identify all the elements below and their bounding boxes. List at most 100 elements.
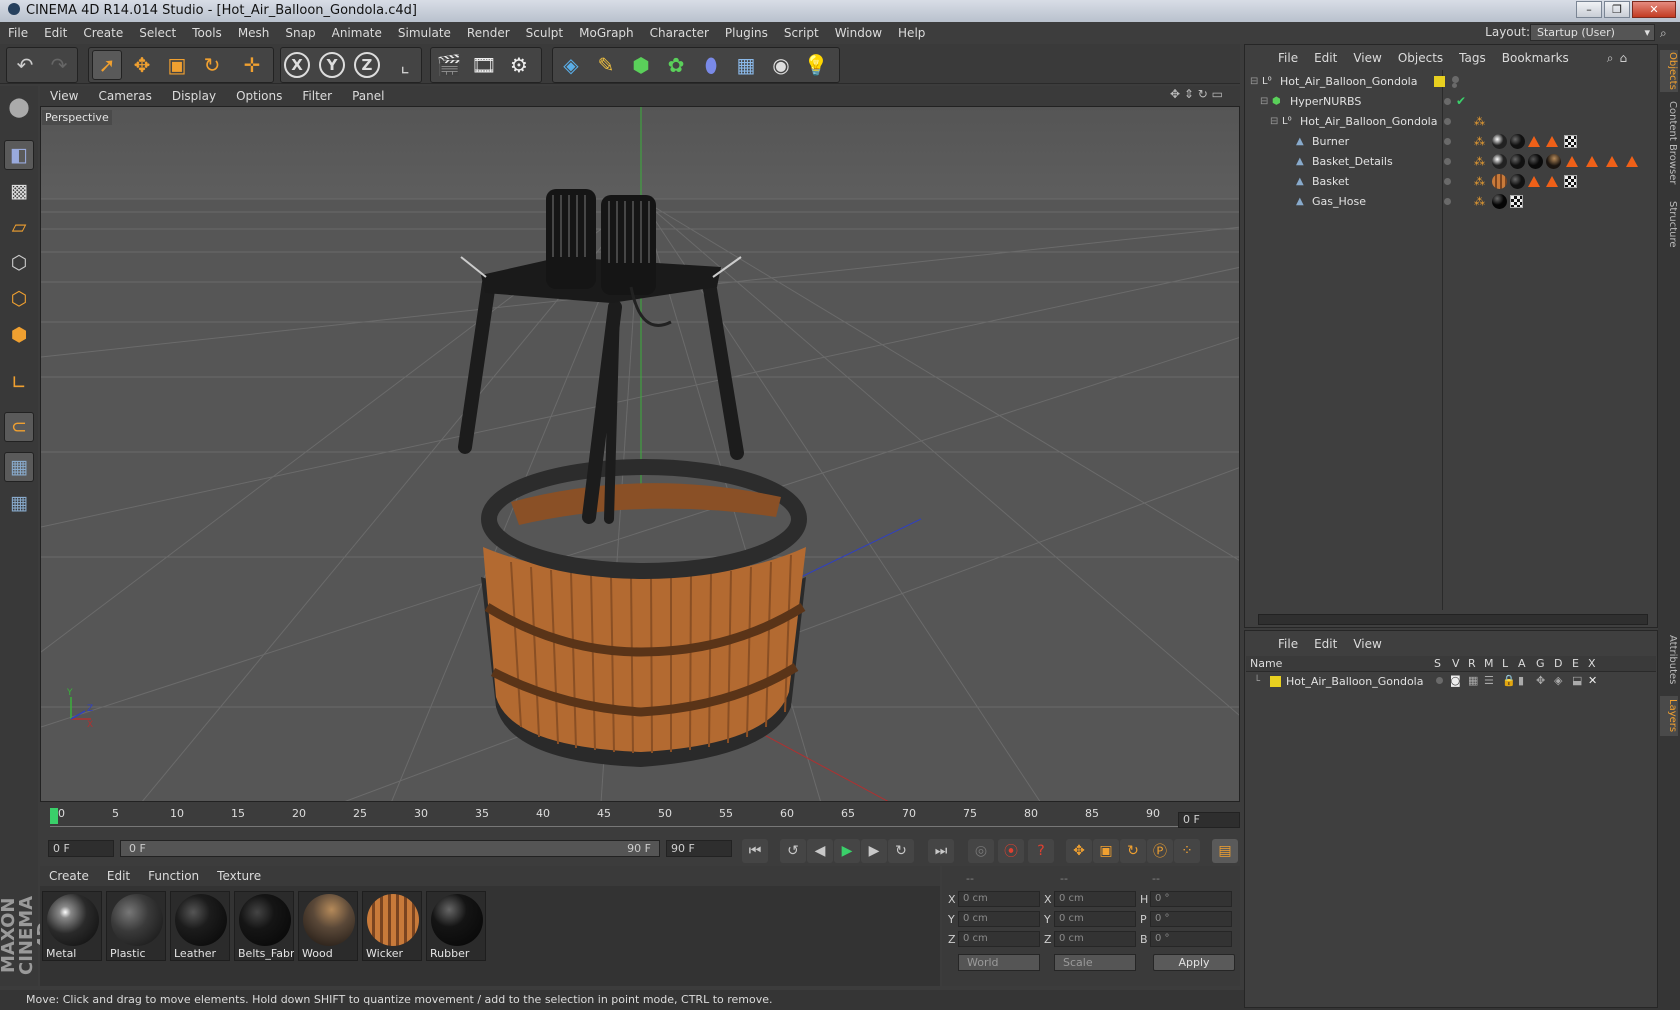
selection-tag-icon[interactable]	[1566, 156, 1578, 167]
enabled-check-icon[interactable]: ✔	[1456, 94, 1466, 108]
menu-animate[interactable]: Animate	[324, 22, 390, 44]
selection-tag-icon[interactable]	[1606, 156, 1618, 167]
lm-menu-file[interactable]: File	[1270, 637, 1306, 651]
om-menu-objects[interactable]: Objects	[1390, 51, 1451, 65]
render-view-icon[interactable]: 🎬	[434, 50, 464, 80]
goto-start-icon[interactable]: ⏮	[742, 839, 768, 863]
rotate-icon[interactable]: ↻	[197, 50, 227, 80]
size-z-field[interactable]: 0 cm	[1054, 931, 1136, 947]
material-leather[interactable]: Leather	[170, 891, 230, 961]
menu-edit[interactable]: Edit	[36, 22, 75, 44]
selection-tag-icon[interactable]	[1546, 136, 1558, 147]
camera-icon[interactable]: ◉	[766, 50, 796, 80]
layout-select[interactable]: Startup (User) ▾	[1530, 24, 1655, 41]
scale-icon[interactable]: ▣	[162, 50, 192, 80]
dolly-icon[interactable]: ⇕	[1184, 87, 1194, 101]
lm-menu-edit[interactable]: Edit	[1306, 637, 1345, 651]
y-axis-lock-button[interactable]: Y	[319, 52, 345, 78]
editor-visibility-dot[interactable]	[1444, 118, 1451, 125]
menu-render[interactable]: Render	[459, 22, 518, 44]
cube-icon[interactable]: ◈	[556, 50, 586, 80]
pos-x-field[interactable]: 0 cm	[958, 891, 1040, 907]
layer-deformers-icon[interactable]: ◈	[1554, 674, 1562, 687]
start-frame-field[interactable]: 0 F	[48, 840, 114, 857]
auto-key-icon[interactable]: ⦿	[998, 839, 1024, 863]
lm-menu-view[interactable]: View	[1345, 637, 1389, 651]
material-tag-icon[interactable]	[1528, 154, 1543, 169]
layer-view-icon[interactable]: ◙	[1450, 674, 1461, 687]
apply-button[interactable]: Apply	[1153, 954, 1235, 971]
menu-tools[interactable]: Tools	[184, 22, 230, 44]
editor-visibility-dot[interactable]	[1444, 158, 1451, 165]
close-icon[interactable]: ✕	[1632, 1, 1676, 18]
render-visibility-dot[interactable]	[1452, 83, 1457, 88]
menu-simulate[interactable]: Simulate	[390, 22, 459, 44]
menu-create[interactable]: Create	[75, 22, 131, 44]
layer-col-g[interactable]: G	[1536, 657, 1545, 670]
array-icon[interactable]: ✿	[661, 50, 691, 80]
layer-render-icon[interactable]: ▦	[1468, 674, 1478, 687]
home-icon[interactable]: ⌂	[1620, 51, 1628, 65]
selection-tag-icon[interactable]	[1528, 176, 1540, 187]
selection-tag-icon[interactable]	[1546, 176, 1558, 187]
tab-structure[interactable]: Structure	[1660, 196, 1678, 252]
om-menu-bookmarks[interactable]: Bookmarks	[1494, 51, 1577, 65]
phong-tag-icon[interactable]: ⁂	[1474, 175, 1485, 188]
perspective-viewport[interactable]: Y Z X	[40, 106, 1240, 802]
key-selection-icon[interactable]: ?	[1028, 839, 1054, 863]
undo-icon[interactable]: ↶	[10, 50, 40, 80]
object-row[interactable]: ⊟ L⁰ Hot_Air_Balloon_Gondola	[1246, 72, 1656, 92]
layer-col-l[interactable]: L	[1502, 657, 1508, 670]
editor-visibility-dot[interactable]	[1452, 76, 1459, 83]
tab-content-browser[interactable]: Content Browser	[1660, 98, 1678, 188]
maximize-icon[interactable]: ❐	[1604, 1, 1630, 18]
layer-col-m[interactable]: M	[1484, 657, 1494, 670]
object-row[interactable]: ⊟ ⬢ HyperNURBS ✔	[1246, 92, 1656, 112]
spline-pen-icon[interactable]: ✎	[591, 50, 621, 80]
nurbs-icon[interactable]: ⬢	[626, 50, 656, 80]
uvw-tag-icon[interactable]	[1510, 195, 1523, 208]
key-rotation-icon[interactable]: ↻	[1120, 839, 1146, 863]
material-tag-icon[interactable]	[1492, 134, 1507, 149]
rot-h-field[interactable]: 0 °	[1150, 891, 1232, 907]
collapse-icon[interactable]: ⊟	[1250, 76, 1258, 87]
layer-expressions-icon[interactable]: ⬓	[1572, 674, 1582, 687]
menu-mesh[interactable]: Mesh	[230, 22, 278, 44]
prev-frame-icon[interactable]: ◀	[807, 839, 833, 863]
layer-col-x[interactable]: X	[1588, 657, 1596, 670]
minimize-icon[interactable]: –	[1576, 1, 1602, 18]
axis-mode-icon[interactable]: ∟	[4, 368, 34, 398]
selection-tag-icon[interactable]	[1528, 136, 1540, 147]
object-row[interactable]: ⊟ L⁰ Hot_Air_Balloon_Gondola ⁂	[1246, 112, 1656, 132]
next-key-icon[interactable]: ↻	[888, 839, 914, 863]
size-x-field[interactable]: 0 cm	[1054, 891, 1136, 907]
viewport-menu-view[interactable]: View	[40, 89, 88, 103]
move-icon[interactable]: ✥	[127, 50, 157, 80]
om-menu-edit[interactable]: Edit	[1306, 51, 1345, 65]
points-mode-icon[interactable]: ⬡	[4, 248, 34, 278]
pos-z-field[interactable]: 0 cm	[958, 931, 1040, 947]
phong-tag-icon[interactable]: ⁂	[1474, 195, 1485, 208]
tab-objects[interactable]: Objects	[1660, 50, 1678, 92]
viewport-menu-filter[interactable]: Filter	[292, 89, 342, 103]
phong-tag-icon[interactable]: ⁂	[1474, 115, 1485, 128]
timeline-ruler[interactable]: 0 5 10 15 20 25 30 35 40 45 50 55 60 65 …	[40, 804, 1240, 834]
material-menu-texture[interactable]: Texture	[208, 869, 270, 883]
selection-tag-icon[interactable]	[1626, 156, 1638, 167]
selection-tag-icon[interactable]	[1586, 156, 1598, 167]
layer-col-a[interactable]: A	[1518, 657, 1526, 670]
layer-row[interactable]: └ Hot_Air_Balloon_Gondola ◙ ▦ ☰ 🔒 ▮ ✥ ◈ …	[1246, 672, 1656, 692]
search-icon[interactable]: ⌕	[1660, 26, 1667, 41]
menu-help[interactable]: Help	[890, 22, 933, 44]
material-menu-create[interactable]: Create	[40, 869, 98, 883]
preview-range-slider[interactable]: 0 F 90 F	[120, 840, 660, 857]
current-frame-field[interactable]: 0 F	[1178, 812, 1240, 828]
editor-visibility-dot[interactable]	[1444, 98, 1451, 105]
snapping-icon[interactable]: ⊂	[4, 412, 34, 442]
deformer-icon[interactable]: ⬮	[696, 50, 726, 80]
menu-window[interactable]: Window	[827, 22, 890, 44]
prev-key-icon[interactable]: ↺	[780, 839, 806, 863]
material-tag-icon[interactable]	[1492, 194, 1507, 209]
menu-sculpt[interactable]: Sculpt	[518, 22, 571, 44]
layer-col-r[interactable]: R	[1468, 657, 1476, 670]
